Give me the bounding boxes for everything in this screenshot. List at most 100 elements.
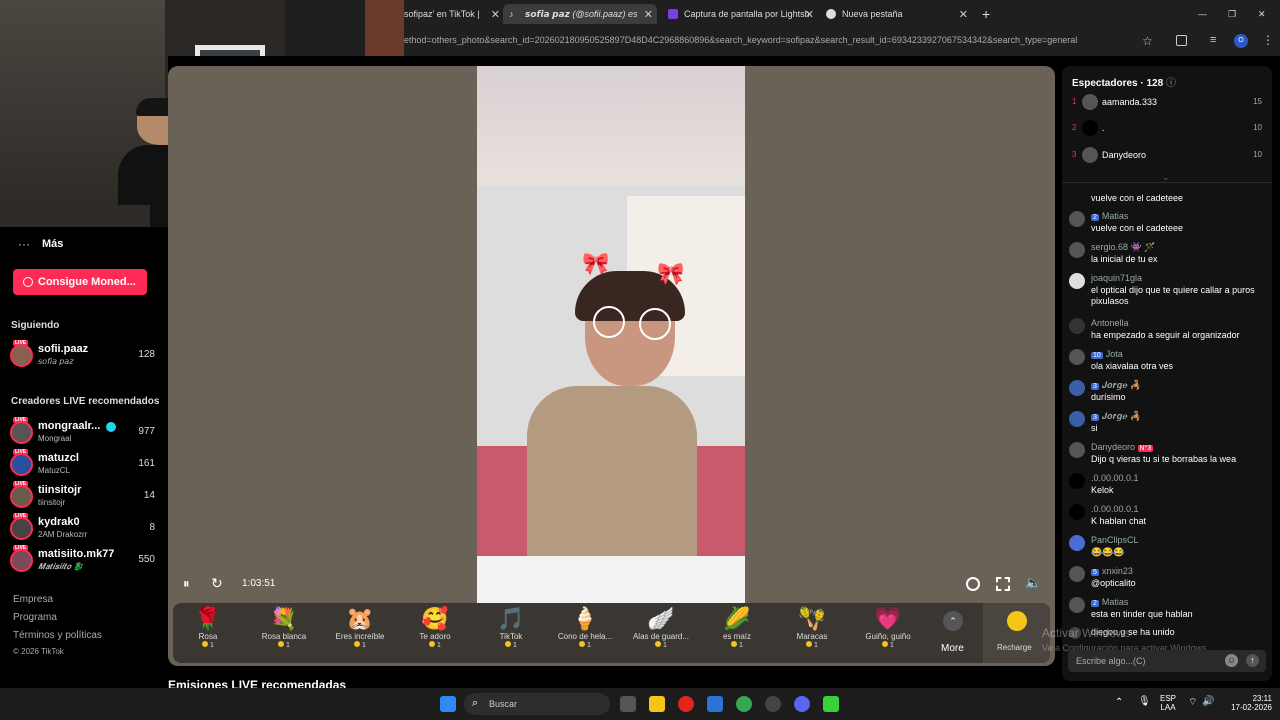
gift-name: Cono de hela...: [557, 632, 613, 641]
recommended-item[interactable]: LIVE matuzcl MatuzCL 161: [10, 449, 155, 477]
avatar: [1069, 242, 1085, 258]
message-user[interactable]: .0.00.00.0.1: [1091, 473, 1139, 483]
fullscreen-icon[interactable]: [996, 577, 1010, 591]
avatar: [10, 453, 33, 476]
windows-start-icon[interactable]: [440, 696, 456, 712]
recommended-item[interactable]: LIVE matisiito.mk77 𝑴𝒂𝒕𝒊𝒔𝒊𝒊𝒕𝒐 🐉 550: [10, 545, 155, 573]
task-view-icon[interactable]: [620, 696, 636, 712]
message-user[interactable]: Matias: [1102, 211, 1129, 221]
speaker-icon[interactable]: 🔊: [1202, 696, 1214, 707]
language-indicator[interactable]: ESP LAA: [1160, 694, 1176, 712]
live-video-stream[interactable]: 🎀 🎀: [477, 66, 745, 603]
video-person-body: [527, 386, 697, 556]
footer-link-company[interactable]: Empresa: [13, 594, 53, 605]
gift-item[interactable]: 🪇 Maracas 1: [774, 606, 850, 662]
close-tab-icon[interactable]: ✕: [644, 8, 653, 21]
star-icon[interactable]: ☆: [1142, 34, 1153, 48]
new-tab-button[interactable]: +: [982, 4, 996, 24]
maximize-icon[interactable]: ❐: [1228, 4, 1240, 24]
emoji-icon[interactable]: ☺: [1225, 654, 1238, 667]
gift-item[interactable]: 🎵 TikTok 1: [473, 606, 549, 662]
wifi-icon[interactable]: ⌔: [1188, 696, 1197, 709]
message-user[interactable]: PanClipsCL: [1091, 535, 1139, 545]
file-explorer-icon[interactable]: [649, 696, 665, 712]
recommended-item[interactable]: LIVE kydrak0 2AM Drakozrr 8: [10, 513, 155, 541]
gift-item[interactable]: 🪽 Alas de guard... 1: [623, 606, 699, 662]
clock-time: 23:11: [1252, 694, 1272, 703]
tiktok-gift-icon: 🎵: [497, 606, 525, 631]
send-icon[interactable]: ↑: [1246, 654, 1259, 667]
message-user[interactable]: Antonella: [1091, 318, 1129, 328]
rank: 1: [1072, 97, 1077, 106]
close-tab-icon[interactable]: ✕: [959, 8, 968, 21]
message-user[interactable]: Matias: [1102, 597, 1129, 607]
browser-tab-2-active[interactable]: ♪ 𝙨𝙤𝙛𝙞𝙖 𝙥𝙖𝙯 (@sofii.paaz) es ✕: [503, 4, 657, 24]
settings-icon[interactable]: [966, 577, 980, 591]
url-field[interactable]: ethod=others_photo&search_id=20260218095…: [404, 35, 1077, 45]
gift-price: 1: [663, 642, 667, 649]
browser-tab-4[interactable]: Nueva pestaña ✕: [824, 4, 972, 24]
minimize-icon[interactable]: —: [1198, 4, 1210, 24]
more-link[interactable]: Más: [42, 238, 63, 250]
message-user[interactable]: xnxin23: [1102, 566, 1133, 576]
gift-item[interactable]: 🌽 es maíz 1: [699, 606, 775, 662]
opera-icon[interactable]: [678, 696, 694, 712]
chrome-icon[interactable]: [736, 696, 752, 712]
gift-item[interactable]: 💗 Guiño, guiño 1: [850, 606, 926, 662]
gift-price-row: 1: [850, 641, 926, 649]
gift-item[interactable]: 💐 Rosa blanca 1: [246, 606, 322, 662]
avatar: [1069, 504, 1085, 520]
more-icon[interactable]: ···: [18, 237, 30, 251]
gift-item[interactable]: 🍦 Cono de hela... 1: [547, 606, 623, 662]
message-user[interactable]: Danydeoro: [1091, 442, 1135, 452]
media-icon[interactable]: ≡: [1210, 34, 1216, 46]
discord-icon[interactable]: [794, 696, 810, 712]
avatar: [10, 485, 33, 508]
app-icon[interactable]: [707, 696, 723, 712]
message-user[interactable]: 𝑱𝒐𝒓𝒈𝒆 🦂: [1102, 411, 1141, 421]
top-viewer-row[interactable]: 1 aamanda.333 15: [1072, 93, 1262, 113]
pause-icon[interactable]: ⏸: [183, 576, 190, 592]
app-icon[interactable]: [823, 696, 839, 712]
close-window-icon[interactable]: ✕: [1258, 4, 1270, 24]
menu-dots-icon[interactable]: ⋮: [1262, 33, 1274, 47]
microphone-icon[interactable]: 🎙: [1138, 696, 1151, 707]
message-text: @opticalito: [1091, 578, 1136, 588]
clock[interactable]: 23:11 17-02-2026: [1222, 694, 1272, 712]
message-user[interactable]: sergio.68 👾 🪄: [1091, 242, 1155, 253]
recommended-item[interactable]: LIVE tiinsitojr tiinsitojr 14: [10, 481, 155, 509]
profile-avatar[interactable]: O: [1234, 34, 1248, 48]
browser-tab-1[interactable]: sofipaz' en TikTok | ✕: [404, 4, 500, 24]
chevron-up-icon[interactable]: ⌃: [943, 611, 963, 631]
message-user[interactable]: .0.00.00.0.1: [1091, 504, 1139, 514]
recommended-item[interactable]: LIVE mongraalr... Mongraal 977: [10, 417, 155, 445]
gift-item[interactable]: 🐹 Eres increíble 1: [322, 606, 398, 662]
taskbar-search-box[interactable]: ⌕ Buscar: [464, 693, 610, 715]
chat-input-box[interactable]: Escribe algo...(C) ☺ ↑: [1068, 650, 1266, 672]
refresh-icon[interactable]: ↻: [211, 575, 223, 592]
viewer-score: 10: [1253, 123, 1262, 132]
steam-icon[interactable]: [765, 696, 781, 712]
message-user[interactable]: 𝑱𝒐𝒓𝒈𝒆 🦂: [1102, 380, 1141, 390]
footer-link-program[interactable]: Programa: [13, 612, 57, 623]
top-viewer-row[interactable]: 3 Danydeoro 10: [1072, 146, 1262, 166]
recharge-button[interactable]: Recharge: [983, 603, 1050, 663]
message-user[interactable]: Jota: [1106, 349, 1123, 359]
footer-link-terms[interactable]: Términos y políticas: [13, 630, 102, 641]
more-gifts-button[interactable]: More: [941, 643, 964, 654]
message-user[interactable]: joaquin71gla: [1091, 273, 1142, 283]
browser-tab-3[interactable]: Captura de pantalla por Lightsh ✕: [664, 4, 818, 24]
volume-icon[interactable]: 🔈: [1025, 575, 1041, 591]
following-item[interactable]: LIVE sofii.paaz 𝘴𝘰𝘧𝘪𝘢 𝘱𝘢𝘻 128: [10, 340, 155, 368]
get-coins-button[interactable]: Consigue Moned...: [13, 269, 147, 295]
pink-bow-icon: 🎀: [657, 261, 685, 286]
tray-chevron-up-icon[interactable]: ⌃: [1115, 697, 1123, 708]
extensions-icon[interactable]: [1176, 35, 1187, 46]
gift-item[interactable]: 🥰 Te adoro 1: [397, 606, 473, 662]
close-tab-icon[interactable]: ✕: [491, 8, 500, 21]
info-icon[interactable]: ⓘ: [1166, 78, 1176, 89]
top-viewer-row[interactable]: 2. 10: [1072, 119, 1262, 139]
gift-item[interactable]: 🌹 Rosa 1: [170, 606, 246, 662]
close-tab-icon[interactable]: ✕: [805, 8, 814, 21]
video-bottom-band: [477, 556, 745, 603]
